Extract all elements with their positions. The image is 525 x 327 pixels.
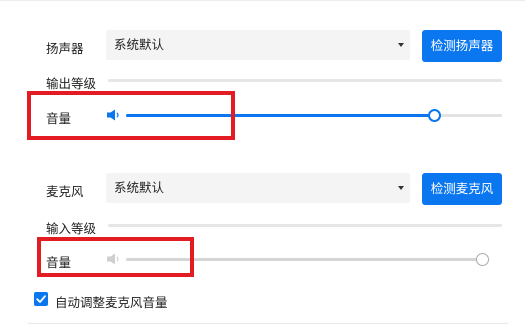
auto-adjust-checkbox[interactable]	[34, 292, 48, 306]
chevron-down-icon	[398, 43, 404, 47]
mic-volume-highlight	[37, 237, 194, 277]
top-divider	[0, 0, 525, 1]
check-icon	[36, 295, 46, 303]
bottom-divider	[28, 323, 508, 324]
speaker-volume-thumb[interactable]	[427, 109, 441, 122]
input-level-label: 输入等级	[46, 222, 97, 236]
auto-adjust-label: 自动调整麦克风音量	[55, 296, 168, 310]
speaker-volume-highlight	[27, 91, 235, 140]
mic-device-value: 系统默认	[114, 181, 165, 195]
test-mic-button[interactable]: 检测麦克风	[422, 173, 502, 205]
chevron-down-icon	[398, 186, 404, 190]
input-level-meter	[108, 224, 502, 227]
test-speaker-button[interactable]: 检测扬声器	[422, 30, 502, 62]
mic-device-select[interactable]: 系统默认	[106, 173, 410, 203]
mic-volume-thumb[interactable]	[475, 253, 489, 266]
speaker-device-value: 系统默认	[114, 38, 165, 52]
output-level-meter	[108, 79, 502, 82]
output-level-label: 输出等级	[46, 77, 97, 91]
speaker-device-select[interactable]: 系统默认	[106, 30, 410, 60]
mic-label: 麦克风	[46, 185, 84, 199]
speaker-label: 扬声器	[46, 42, 84, 56]
